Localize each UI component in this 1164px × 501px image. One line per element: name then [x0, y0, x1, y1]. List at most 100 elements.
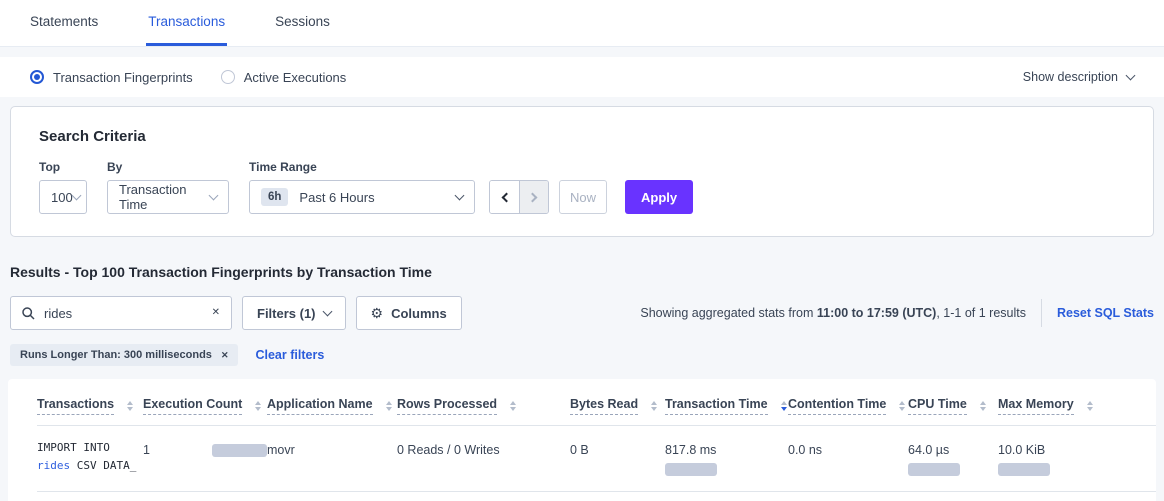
sort-icon[interactable] [980, 401, 986, 411]
sort-icon[interactable] [510, 401, 516, 411]
search-criteria-card: Search Criteria Top 100 By Transaction T… [10, 106, 1154, 237]
columns-button-label: Columns [391, 306, 447, 321]
clear-search-icon[interactable]: ✕ [212, 308, 220, 318]
tab-sessions[interactable]: Sessions [273, 0, 332, 46]
sort-icon[interactable] [899, 401, 905, 411]
divider [1041, 299, 1042, 327]
radio-label: Active Executions [244, 70, 347, 85]
transactions-page: Statements Transactions Sessions Transac… [0, 0, 1164, 501]
tab-transactions[interactable]: Transactions [146, 0, 227, 46]
tab-statements[interactable]: Statements [28, 0, 100, 46]
column-header-label[interactable]: Transaction Time [665, 397, 768, 415]
cpu-time-cell: 64.0 µs [908, 439, 998, 476]
next-time-window-button[interactable] [519, 181, 548, 213]
show-description-label: Show description [1023, 70, 1118, 84]
by-select[interactable]: Transaction Time [107, 180, 229, 214]
execution-count-cell: 1 [143, 439, 267, 457]
top-tab-bar: Statements Transactions Sessions [0, 0, 1164, 47]
column-header-transactions: Transactions [37, 397, 143, 415]
chevron-down-icon [455, 190, 465, 200]
column-header-rows-processed: Rows Processed [397, 397, 570, 415]
remove-filter-icon[interactable]: ✕ [221, 351, 229, 360]
transaction-fingerprint-link[interactable]: IMPORT INTO rides CSV DATA_ [37, 439, 143, 475]
filters-button[interactable]: Filters (1) [242, 296, 346, 330]
time-range-select[interactable]: 6h Past 6 Hours [249, 180, 475, 214]
columns-button[interactable]: ⚙ Columns [356, 296, 462, 330]
transaction-time-bar [665, 463, 717, 476]
transaction-time-value: 817.8 ms [665, 443, 716, 457]
prev-time-window-button[interactable] [490, 181, 519, 213]
by-field: By Transaction Time [107, 160, 229, 214]
results-heading: Results - Top 100 Transaction Fingerprin… [10, 264, 1154, 280]
time-window-arrows [489, 180, 549, 214]
filter-chips-row: Runs Longer Than: 300 milliseconds ✕ Cle… [10, 344, 1154, 366]
execution-count-bar [212, 444, 267, 457]
column-header-bytes-read: Bytes Read [570, 397, 665, 415]
search-criteria-form: Top 100 By Transaction Time Time Range 6… [39, 160, 1125, 214]
radio-transaction-fingerprints[interactable]: Transaction Fingerprints [30, 70, 193, 85]
filter-chip: Runs Longer Than: 300 milliseconds ✕ [10, 344, 238, 366]
search-icon [22, 307, 35, 320]
by-label: By [107, 160, 229, 174]
transaction-sql-keyword: rides [37, 459, 70, 472]
results-controls-row: ✕ Filters (1) ⚙ Columns Showing aggregat… [10, 296, 1154, 330]
time-range-value: Past 6 Hours [299, 190, 374, 205]
by-select-value: Transaction Time [119, 182, 210, 212]
column-header-label[interactable]: Execution Count [143, 397, 242, 415]
aggregated-stats-text: Showing aggregated stats from 11:00 to 1… [640, 306, 1026, 320]
radio-selected-icon [30, 70, 44, 84]
results-table: Transactions Execution Count Application… [8, 379, 1156, 501]
application-name-cell: movr [267, 439, 397, 457]
column-header-execution-count: Execution Count [143, 397, 267, 415]
stats-suffix: , 1-1 of 1 results [936, 306, 1026, 320]
sort-icon[interactable] [255, 401, 261, 411]
rows-processed-cell: 0 Reads / 0 Writes [397, 439, 570, 457]
chevron-left-icon [501, 192, 511, 202]
time-range-field: Time Range 6h Past 6 Hours [249, 160, 475, 214]
reset-sql-stats-link[interactable]: Reset SQL Stats [1057, 306, 1154, 320]
chevron-right-icon [528, 192, 538, 202]
table-header-row: Transactions Execution Count Application… [37, 389, 1156, 426]
chevron-down-icon [322, 307, 332, 317]
sort-icon[interactable] [127, 401, 133, 411]
cpu-time-value: 64.0 µs [908, 443, 949, 457]
now-button[interactable]: Now [559, 180, 607, 214]
radio-active-executions[interactable]: Active Executions [221, 70, 347, 85]
time-range-badge: 6h [261, 188, 288, 206]
chevron-down-icon [71, 190, 81, 200]
sort-icon[interactable] [1087, 401, 1093, 411]
column-header-label[interactable]: Bytes Read [570, 397, 638, 415]
transaction-sql-line1: IMPORT INTO [37, 441, 110, 454]
column-header-label[interactable]: Contention Time [788, 397, 886, 415]
sort-icon[interactable] [386, 401, 392, 411]
show-description-toggle[interactable]: Show description [1023, 70, 1134, 84]
contention-time-cell: 0.0 ns [788, 439, 908, 457]
stats-range: 11:00 to 17:59 (UTC) [817, 306, 936, 320]
column-header-application-name: Application Name [267, 397, 397, 415]
time-range-label: Time Range [249, 160, 475, 174]
transaction-time-cell: 817.8 ms [665, 439, 788, 476]
top-select[interactable]: 100 [39, 180, 87, 214]
column-header-label[interactable]: Max Memory [998, 397, 1074, 415]
max-memory-cell: 10.0 KiB [998, 439, 1156, 476]
search-criteria-title: Search Criteria [39, 128, 1125, 145]
table-row: IMPORT INTO rides CSV DATA_ 1 movr 0 Rea… [37, 426, 1156, 492]
top-select-value: 100 [51, 190, 73, 205]
apply-button[interactable]: Apply [625, 180, 693, 214]
stats-prefix: Showing aggregated stats from [640, 306, 817, 320]
view-toggle-strip: Transaction Fingerprints Active Executio… [0, 57, 1164, 97]
max-memory-value: 10.0 KiB [998, 443, 1045, 457]
sort-icon-active-desc[interactable] [781, 401, 787, 411]
radio-unselected-icon [221, 70, 235, 84]
max-memory-bar [998, 463, 1050, 476]
execution-count-value: 1 [143, 443, 150, 457]
column-header-cpu-time: CPU Time [908, 397, 998, 415]
results-search-input[interactable] [44, 306, 203, 321]
sort-icon[interactable] [651, 401, 657, 411]
column-header-label[interactable]: Rows Processed [397, 397, 497, 415]
column-header-label[interactable]: Transactions [37, 397, 114, 415]
bytes-read-cell: 0 B [570, 439, 665, 457]
column-header-label[interactable]: CPU Time [908, 397, 967, 415]
column-header-label[interactable]: Application Name [267, 397, 373, 415]
clear-filters-link[interactable]: Clear filters [255, 348, 324, 362]
